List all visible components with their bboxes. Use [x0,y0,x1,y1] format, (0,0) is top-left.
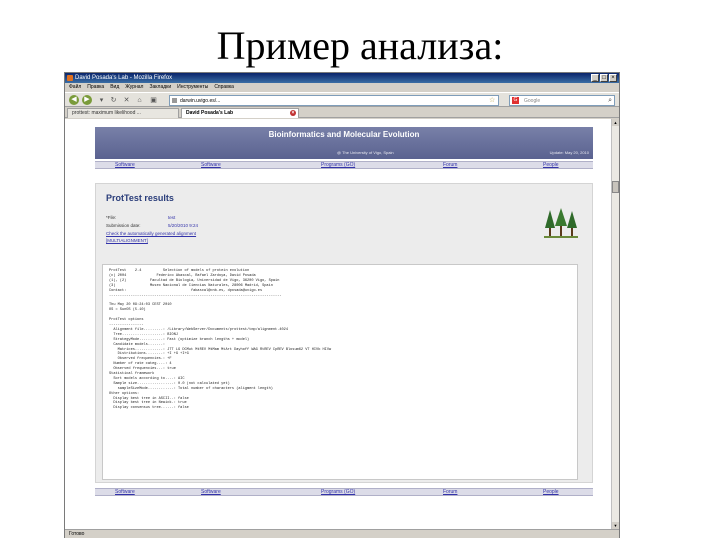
stop-icon[interactable]: ✕ [122,96,131,105]
nav-link-people[interactable]: People [543,489,559,496]
minimize-button[interactable]: _ [591,74,599,82]
menu-file[interactable]: Файл [69,83,81,92]
tab-label: prottest: maximum likelihood ... [72,110,141,116]
status-bar: Готово [65,529,619,538]
menu-view[interactable]: Вид [110,83,119,92]
star-icon[interactable]: ☆ [489,96,495,105]
file-label: *File: [106,215,117,220]
menu-help[interactable]: Справка [214,83,234,92]
site-title: Bioinformatics and Molecular Evolution [268,130,420,139]
dropdown-history-icon[interactable]: ▾ [97,96,106,105]
window-titlebar: David Posada's Lab - Mozilla Firefox _ □… [65,73,619,83]
output-lines: ProtTest 2.4 Selection of models of prot… [109,269,571,411]
results-title: ProtTest results [106,193,174,203]
nav-link-forum[interactable]: Forum [443,489,457,496]
tab-posada-lab[interactable]: David Posada's Lab × [181,108,299,118]
close-button[interactable]: × [609,74,617,82]
window-title: David Posada's Lab - Mozilla Firefox [75,75,173,81]
search-input[interactable]: G Google ⌕ [509,95,615,106]
menu-bar: Файл Правка Вид Журнал Закладки Инструме… [65,83,619,92]
url-text: darwin.uvigo.es/... [180,98,221,104]
vertical-scrollbar[interactable]: ▲ ▼ [611,119,619,529]
nav-link-programs[interactable]: Programs (GO) [321,489,355,496]
menu-edit[interactable]: Правка [87,83,104,92]
menu-tools[interactable]: Инструменты [177,83,208,92]
search-placeholder: Google [524,98,541,104]
nav-link-software[interactable]: Software [115,489,135,496]
submission-date-value: 5/20/2010 9:24 [168,223,199,228]
tab-prottest[interactable]: prottest: maximum likelihood ... [67,108,179,118]
site-header: Bioinformatics and Molecular Evolution @… [95,127,593,159]
site-updated: Update: May 20, 2010 [549,150,589,155]
nav-link-forum[interactable]: Forum [443,162,457,169]
scroll-down-icon[interactable]: ▼ [612,522,619,529]
nav-link-software-2[interactable]: Software [201,489,221,496]
tab-bar: prottest: maximum likelihood ... David P… [65,107,619,118]
trees-logo-icon [544,208,578,238]
search-icon[interactable]: ⌕ [608,96,612,106]
firefox-icon [67,75,73,81]
slide-title: Пример анализа: [216,23,504,68]
close-tab-icon[interactable]: × [290,110,296,116]
page-icon [172,98,177,103]
output-line: Display consensus tree......: false [109,406,189,411]
multialignment-link[interactable]: [MULTIALIGNMENT] [106,238,148,243]
nav-link-programs[interactable]: Programs (GO) [321,162,355,169]
maximize-button[interactable]: □ [600,74,608,82]
navigation-toolbar: ◀ ▶ ▾ ↻ ✕ ⌂ ▣ darwin.uvigo.es/... ☆ G Go… [65,92,619,107]
results-panel: ProtTest results *File: test Submission … [95,183,593,483]
scroll-thumb[interactable] [612,181,619,193]
reload-icon[interactable]: ↻ [109,96,118,105]
submission-date-label: Submission date: [106,223,141,228]
menu-history[interactable]: Журнал [125,83,143,92]
google-icon[interactable]: G [512,97,519,104]
prottest-output: ProtTest 2.4 Selection of models of prot… [102,264,578,480]
bookmark-page-icon[interactable]: ▣ [149,96,158,105]
back-button[interactable]: ◀ [69,95,79,105]
nav-link-people[interactable]: People [543,162,559,169]
file-value: test [168,215,176,220]
home-icon[interactable]: ⌂ [135,96,144,105]
url-bar[interactable]: darwin.uvigo.es/... [169,95,499,106]
site-nav-bottom: Software Software Programs (GO) Forum Pe… [95,488,593,496]
page-viewport: Bioinformatics and Molecular Evolution @… [65,119,611,529]
nav-link-software-2[interactable]: Software [201,162,221,169]
forward-button[interactable]: ▶ [82,95,92,105]
nav-link-software[interactable]: Software [115,162,135,169]
tab-label: David Posada's Lab [186,110,234,116]
browser-window: David Posada's Lab - Mozilla Firefox _ □… [64,72,620,538]
alignment-link[interactable]: Check the automatically generated alignm… [106,231,196,236]
site-nav-top: Software Software Programs (GO) Forum Pe… [95,161,593,169]
menu-bookmarks[interactable]: Закладки [149,83,171,92]
site-subtitle: @ The University of Vigo, Spain [337,150,394,155]
scroll-up-icon[interactable]: ▲ [612,119,619,126]
window-controls: _ □ × [591,74,617,82]
